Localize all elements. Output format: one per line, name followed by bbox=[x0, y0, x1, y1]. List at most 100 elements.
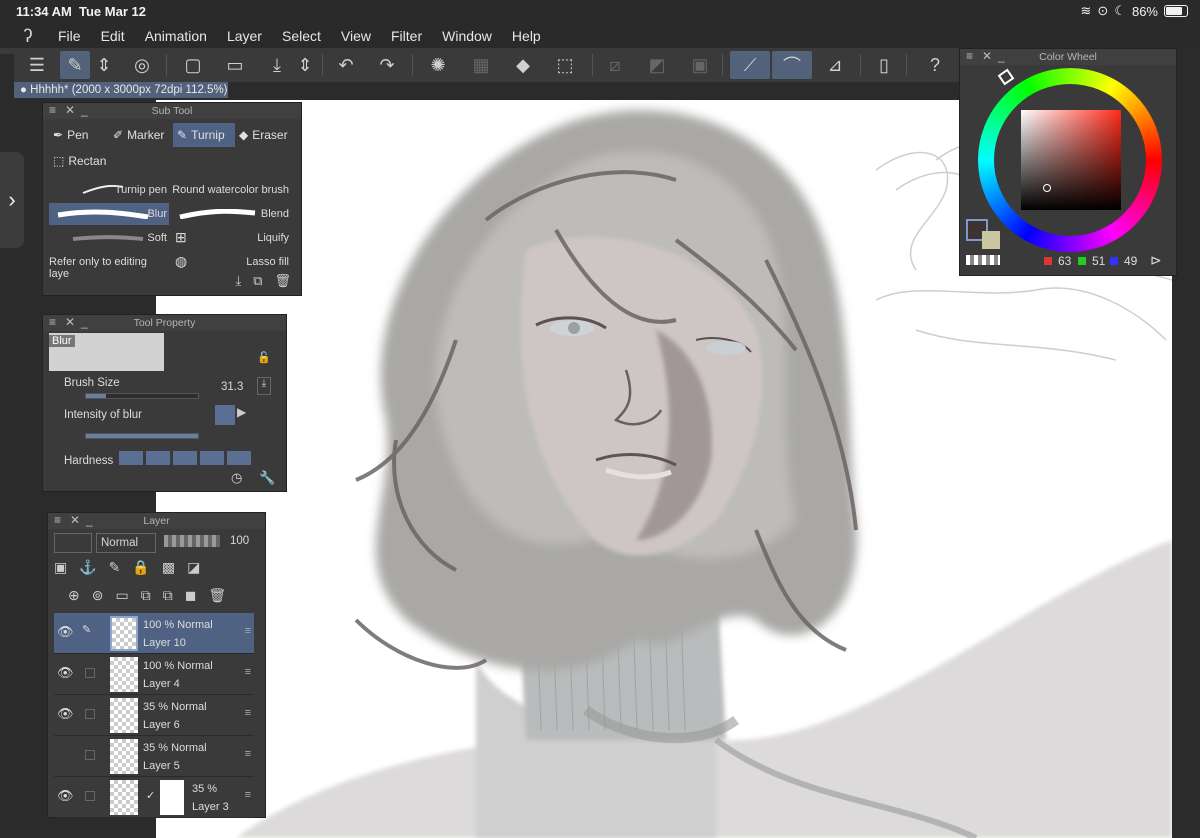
menu-edit[interactable]: Edit bbox=[91, 28, 135, 44]
intensity-slider[interactable] bbox=[85, 433, 199, 439]
side-panel-toggle-icon[interactable]: › bbox=[0, 152, 24, 248]
quick-access-icon[interactable]: ✎ bbox=[60, 51, 90, 79]
brush-refer-only[interactable]: Refer only to editing laye bbox=[49, 251, 169, 280]
snap-ruler-icon[interactable]: ⟋ bbox=[730, 51, 770, 79]
new-folder-icon[interactable]: ▭ bbox=[115, 587, 140, 603]
draft-icon[interactable]: ✎ bbox=[109, 559, 133, 575]
save-options-icon[interactable]: ⇕ bbox=[296, 51, 314, 79]
saturation-value-square[interactable] bbox=[1021, 110, 1121, 210]
menu-help[interactable]: Help bbox=[502, 28, 551, 44]
color-settings-icon[interactable]: ⊳ bbox=[1150, 252, 1162, 269]
lock-transparent-icon[interactable]: ▩ bbox=[162, 559, 187, 575]
green-value[interactable]: 51 bbox=[1078, 254, 1105, 268]
app-logo-icon[interactable]: ʔ bbox=[8, 24, 48, 48]
loading-spinner-icon[interactable]: ✺ bbox=[423, 51, 453, 79]
red-value[interactable]: 63 bbox=[1044, 254, 1071, 268]
hamburger-menu-icon[interactable]: ☰ bbox=[22, 51, 52, 79]
tab-rectangle[interactable]: ⬚ Rectan bbox=[49, 149, 109, 173]
clear-icon[interactable]: ▦ bbox=[466, 51, 496, 79]
menu-window[interactable]: Window bbox=[432, 28, 502, 44]
menu-layer[interactable]: Layer bbox=[217, 28, 272, 44]
blend-mode-select[interactable]: Normal bbox=[96, 533, 156, 553]
clip-icon[interactable]: ▣ bbox=[54, 559, 79, 575]
help-icon[interactable]: ? bbox=[920, 51, 950, 79]
menu-file[interactable]: File bbox=[48, 28, 91, 44]
menu-animation[interactable]: Animation bbox=[135, 28, 217, 44]
brush-size-value[interactable]: 31.3 bbox=[221, 381, 243, 393]
layer-checkbox[interactable] bbox=[85, 791, 95, 801]
tab-turnip[interactable]: ✎ Turnip bbox=[173, 123, 235, 147]
layer-row[interactable]: 👁 ✓ 35 % Layer 3 ≡ bbox=[54, 777, 254, 818]
blue-value[interactable]: 49 bbox=[1110, 254, 1137, 268]
hardness-selector[interactable] bbox=[119, 451, 251, 465]
mask-enable-icon[interactable]: ◪ bbox=[187, 559, 212, 575]
smartphone-icon[interactable]: ▯ bbox=[869, 51, 899, 79]
layer-checkbox[interactable] bbox=[85, 709, 95, 719]
undo-icon[interactable]: ↶ bbox=[331, 51, 361, 79]
blur-mode-2-icon[interactable]: ▶ bbox=[237, 405, 253, 425]
layer-menu-icon[interactable]: ≡ bbox=[245, 625, 251, 637]
hue-marker[interactable] bbox=[997, 68, 1015, 86]
save-icon[interactable]: ⤓ bbox=[262, 51, 292, 79]
menu-view[interactable]: View bbox=[331, 28, 381, 44]
new-vector-layer-icon[interactable]: ⊚ bbox=[92, 587, 116, 603]
transform-icon[interactable]: ⬚ bbox=[550, 51, 580, 79]
layer-row[interactable]: 👁 ✎ 100 % Normal Layer 10 ≡ bbox=[54, 613, 254, 654]
brush-blur[interactable]: Blur bbox=[49, 203, 169, 225]
copy-layer-icon[interactable]: ⧉ bbox=[163, 587, 185, 603]
transparent-color-icon[interactable] bbox=[966, 255, 1000, 265]
layer-row[interactable]: · 35 % Normal Layer 5 ≡ bbox=[54, 736, 254, 777]
layer-row[interactable]: 👁 35 % Normal Layer 6 ≡ bbox=[54, 695, 254, 736]
brush-round-watercolor[interactable]: Round watercolor brush bbox=[171, 179, 291, 201]
new-canvas-icon[interactable]: ▢ bbox=[178, 51, 208, 79]
delete-layer-icon[interactable]: 🗑 bbox=[208, 587, 238, 603]
eye-icon[interactable]: 👁 bbox=[57, 665, 74, 681]
switch-updown-icon[interactable]: ⇕ bbox=[95, 51, 113, 79]
merge-down-icon[interactable]: ⧉ bbox=[141, 587, 163, 603]
tab-eraser[interactable]: ◆ Eraser bbox=[235, 123, 297, 147]
color-picker-marker[interactable] bbox=[1043, 184, 1051, 192]
lock-icon[interactable]: 🔒 bbox=[132, 559, 161, 575]
reference-icon[interactable]: ⚓ bbox=[79, 559, 108, 575]
layer-menu-icon[interactable]: ≡ bbox=[245, 666, 251, 678]
brush-liquify[interactable]: ⊞ Liquify bbox=[171, 227, 291, 249]
layer-row[interactable]: 👁 100 % Normal Layer 4 ≡ bbox=[54, 654, 254, 695]
snap-special-ruler-icon[interactable]: ⌒ bbox=[772, 51, 812, 79]
blur-mode-1-icon[interactable] bbox=[215, 405, 235, 425]
redo-icon[interactable]: ↷ bbox=[372, 51, 402, 79]
new-raster-layer-icon[interactable]: ⊕ bbox=[68, 587, 92, 603]
eye-icon[interactable]: 👁 bbox=[57, 788, 74, 804]
lock-icon[interactable]: 🔓 bbox=[257, 351, 271, 364]
document-tab[interactable]: ● Hhhhh* (2000 x 3000px 72dpi 112.5%) bbox=[14, 82, 228, 98]
pressure-icon[interactable]: ⤓ bbox=[257, 377, 271, 395]
app-swirl-icon[interactable]: ◎ bbox=[127, 51, 157, 79]
brush-lasso-fill[interactable]: ◍ Lasso fill bbox=[171, 251, 291, 273]
open-folder-icon[interactable]: ▭ bbox=[220, 51, 250, 79]
wrench-icon[interactable]: 🔧 bbox=[259, 470, 275, 486]
invert-selection-icon[interactable]: ◩ bbox=[642, 51, 672, 79]
eye-icon[interactable]: 👁 bbox=[57, 706, 74, 722]
layer-checkbox[interactable] bbox=[85, 668, 95, 678]
brush-turnip-pen[interactable]: Turnip pen bbox=[49, 179, 169, 201]
layer-menu-icon[interactable]: ≡ bbox=[245, 707, 251, 719]
brush-size-slider[interactable] bbox=[85, 393, 199, 399]
sub-color-swatch[interactable] bbox=[982, 231, 1000, 249]
eye-icon[interactable]: 👁 bbox=[57, 624, 74, 640]
import-icon[interactable]: ⤓ bbox=[235, 273, 241, 289]
selection-border-icon[interactable]: ▣ bbox=[685, 51, 715, 79]
deselect-icon[interactable]: ⧄ bbox=[600, 51, 630, 79]
layer-checkbox[interactable] bbox=[85, 750, 95, 760]
layer-menu-icon[interactable]: ≡ bbox=[245, 748, 251, 760]
brush-soft[interactable]: Soft bbox=[49, 227, 169, 249]
trash-icon[interactable]: 🗑 bbox=[274, 273, 291, 289]
opacity-slider[interactable] bbox=[164, 535, 220, 547]
layer-menu-icon[interactable]: ≡ bbox=[245, 789, 251, 801]
opacity-value[interactable]: 100 bbox=[230, 535, 249, 547]
reset-icon[interactable]: ◷ bbox=[231, 470, 242, 486]
tab-pen[interactable]: ✒ Pen bbox=[49, 123, 109, 147]
brush-blend[interactable]: Blend bbox=[171, 203, 291, 225]
fill-bucket-icon[interactable]: ◆ bbox=[508, 51, 538, 79]
layer-color-toggle[interactable] bbox=[54, 533, 92, 553]
snap-grid-icon[interactable]: ⊿ bbox=[820, 51, 850, 79]
layer-mask-icon[interactable]: ◼ bbox=[185, 587, 209, 603]
